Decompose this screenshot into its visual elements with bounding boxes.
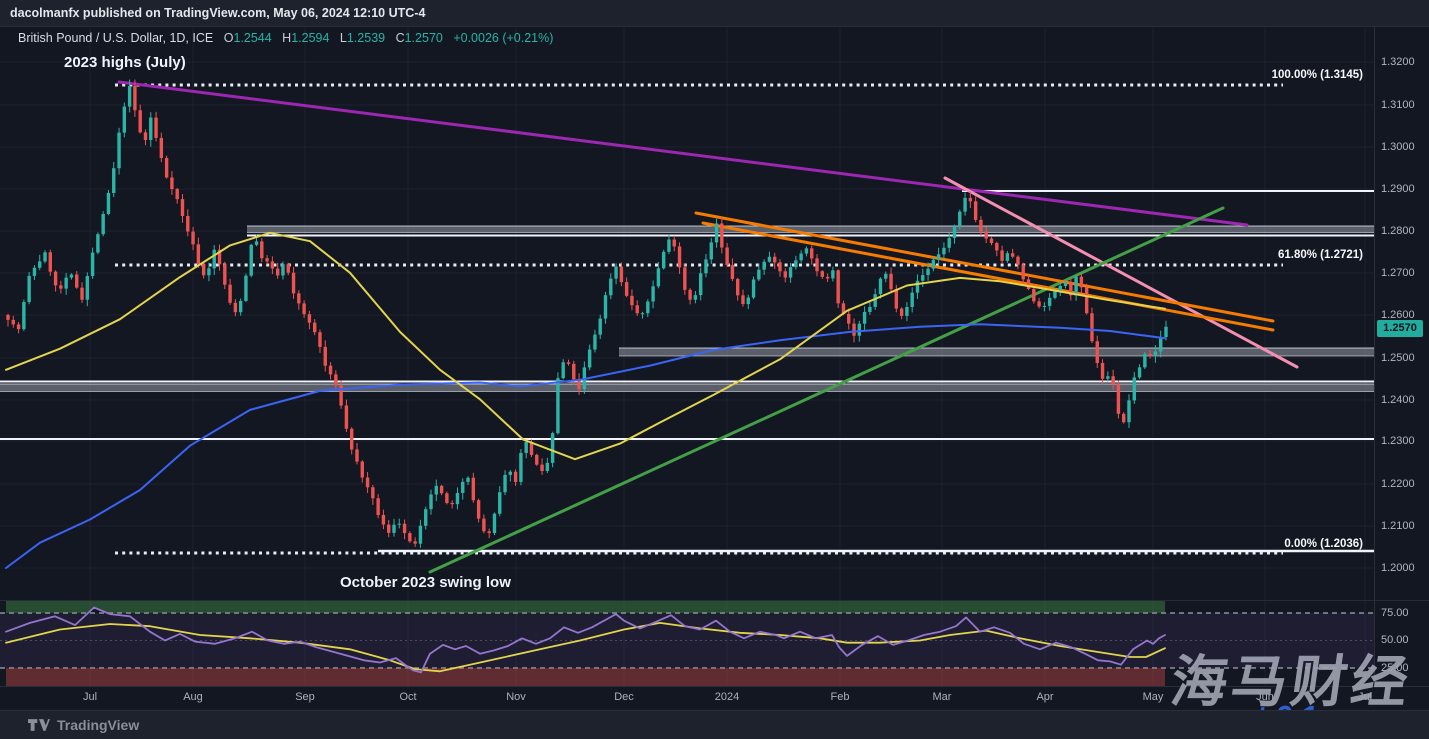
footer-bar: TradingView — [0, 710, 1429, 739]
price-axis-label: 1.3100 — [1381, 99, 1415, 111]
change-value: +0.0026 (+0.21%) — [453, 31, 553, 45]
time-axis-label: Feb — [831, 691, 850, 703]
time-axis-label: Sep — [295, 691, 315, 703]
time-axis-label: 2024 — [715, 691, 739, 703]
tradingview-logo[interactable]: TradingView — [28, 717, 139, 733]
publish-bar-text: dacolmanfx published on TradingView.com,… — [10, 6, 425, 20]
close-value: 1.2570 — [405, 31, 443, 45]
symbol-legend: British Pound / U.S. Dollar, 1D, ICE O1.… — [18, 31, 553, 45]
low-key: L — [340, 31, 347, 45]
time-axis-label: Apr — [1036, 691, 1053, 703]
price-axis-label: 1.2700 — [1381, 267, 1415, 279]
price-axis-label: 1.2900 — [1381, 183, 1415, 195]
zone-1.2800[interactable] — [247, 226, 1374, 233]
fib-label-618: 61.80% (1.2721) — [1278, 249, 1363, 261]
time-axis-label: Mar — [933, 691, 952, 703]
price-axis-label: 75.00 — [1381, 607, 1409, 619]
time-axis-label: Nov — [506, 691, 526, 703]
price-axis-label: 1.2800 — [1381, 225, 1415, 237]
fib-label-100: 100.00% (1.3145) — [1272, 69, 1363, 81]
price-axis-label: 1.2100 — [1381, 520, 1415, 532]
tradingview-logo-text: TradingView — [57, 717, 139, 733]
price-axis-label: 1.2500 — [1381, 352, 1415, 364]
orange-channel-lower[interactable] — [703, 223, 1273, 330]
purple-downtrend[interactable] — [119, 82, 1247, 225]
close-key: C — [396, 31, 405, 45]
open-key: O — [224, 31, 234, 45]
high-key: H — [282, 31, 291, 45]
time-axis-label: Oct — [399, 691, 416, 703]
fib-label-0: 0.00% (1.2036) — [1284, 538, 1363, 550]
open-value: 1.2544 — [233, 31, 271, 45]
time-axis-label: Jul — [83, 691, 97, 703]
last-price-badge: 1.2570 — [1377, 320, 1423, 337]
zone-1.2430[interactable] — [0, 384, 1374, 392]
price-axis[interactable]: 1.32001.31001.30001.29001.28001.27001.26… — [1374, 27, 1429, 686]
ma-blue-line[interactable] — [6, 324, 1165, 568]
price-axis-label: 1.2400 — [1381, 394, 1415, 406]
symbol-title: British Pound / U.S. Dollar, 1D, ICE — [18, 31, 213, 45]
time-axis-label: Dec — [614, 691, 634, 703]
tradingview-logo-icon — [28, 718, 50, 732]
price-axis-label: 1.3000 — [1381, 141, 1415, 153]
pane-separator[interactable] — [0, 600, 1429, 601]
price-axis-label: 1.2000 — [1381, 562, 1415, 574]
price-chart-svg[interactable] — [0, 0, 1429, 739]
price-axis-label: 1.2300 — [1381, 435, 1415, 447]
low-value: 1.2539 — [347, 31, 385, 45]
annotation-october-low: October 2023 swing low — [340, 574, 511, 591]
price-axis-label: 1.3200 — [1381, 56, 1415, 68]
tradingview-chart-screenshot: dacolmanfx published on TradingView.com,… — [0, 0, 1429, 739]
time-axis-label: Aug — [183, 691, 203, 703]
high-value: 1.2594 — [291, 31, 329, 45]
annotation-2023-highs: 2023 highs (July) — [64, 54, 186, 71]
time-axis-label: May — [1143, 691, 1164, 703]
price-axis-label: 1.2200 — [1381, 478, 1415, 490]
publish-bar: dacolmanfx published on TradingView.com,… — [0, 0, 1429, 27]
